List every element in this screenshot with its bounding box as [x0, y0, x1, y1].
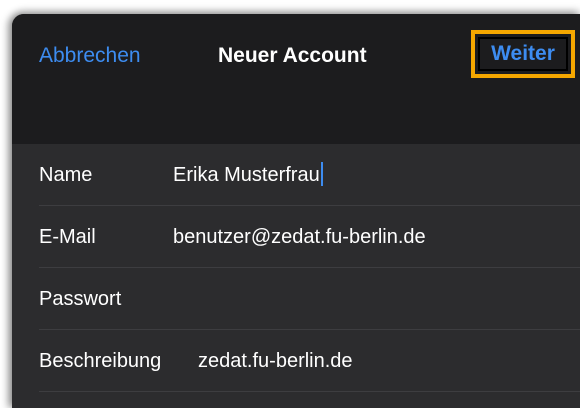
email-field[interactable]: benutzer@zedat.fu-berlin.de	[173, 223, 426, 251]
description-field[interactable]: zedat.fu-berlin.de	[198, 347, 353, 375]
next-button-focus-ring: Weiter	[478, 37, 568, 71]
name-row[interactable]: Name Erika Musterfrau	[12, 144, 580, 206]
next-button-label: Weiter	[491, 42, 555, 65]
name-label: Name	[39, 164, 93, 186]
row-divider	[39, 391, 580, 392]
new-account-sheet: Abbrechen Neuer Account Weiter Name Erik…	[12, 14, 580, 408]
text-cursor	[320, 162, 323, 186]
account-form: Name Erika Musterfrau E-Mail benutzer@ze…	[12, 144, 580, 408]
name-value: Erika Musterfrau	[173, 164, 320, 186]
password-row[interactable]: Passwort	[12, 268, 580, 330]
name-field[interactable]: Erika Musterfrau	[173, 161, 323, 189]
email-row[interactable]: E-Mail benutzer@zedat.fu-berlin.de	[12, 206, 580, 268]
cancel-button[interactable]: Abbrechen	[39, 42, 141, 70]
page-title: Neuer Account	[218, 44, 367, 67]
description-label: Beschreibung	[39, 350, 162, 372]
password-label: Passwort	[39, 288, 122, 310]
next-button[interactable]: Weiter	[471, 30, 575, 78]
description-row[interactable]: Beschreibung zedat.fu-berlin.de	[12, 330, 580, 392]
email-label: E-Mail	[39, 226, 96, 248]
navigation-bar: Abbrechen Neuer Account Weiter	[12, 14, 580, 144]
